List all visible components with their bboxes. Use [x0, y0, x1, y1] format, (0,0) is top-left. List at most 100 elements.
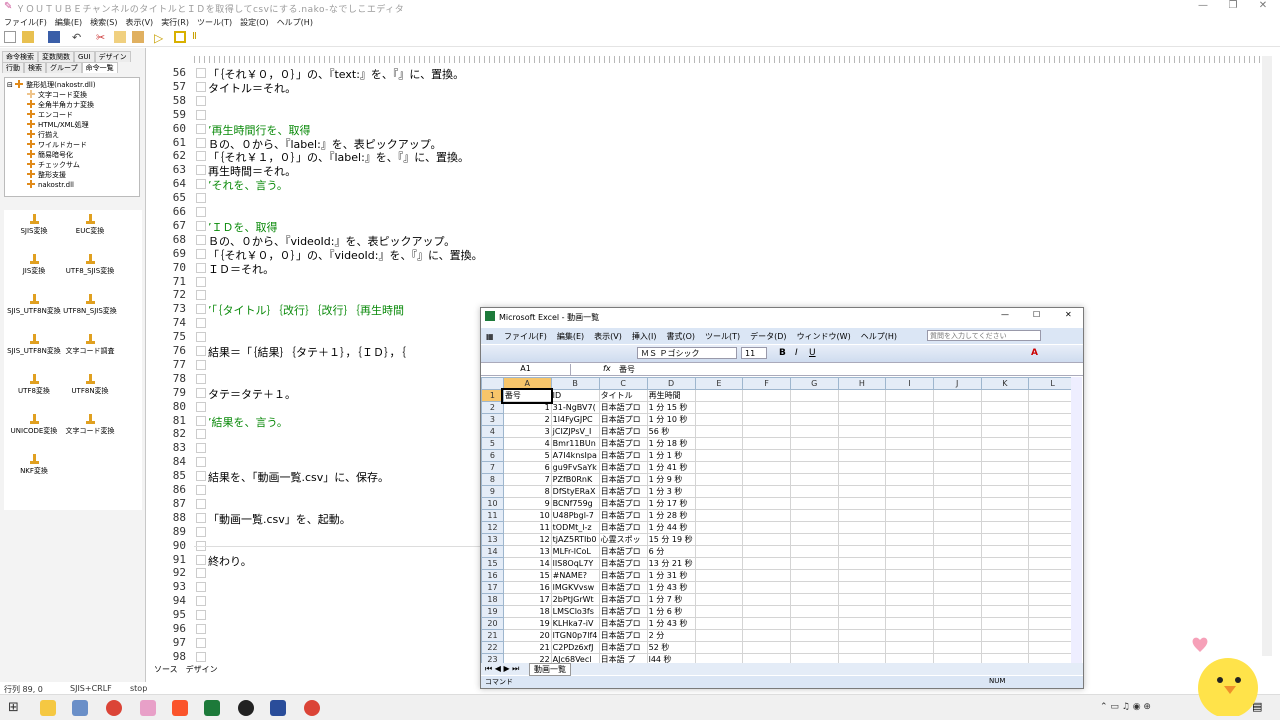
function-icon[interactable]: fx: [603, 364, 611, 373]
command-item[interactable]: 文字コード変換: [60, 414, 120, 436]
tree-item[interactable]: HTML/XML処理: [27, 119, 89, 129]
cell[interactable]: 日本語プロ: [598, 413, 648, 426]
cell[interactable]: [789, 533, 839, 546]
code-line[interactable]: 「動画一覧.csv」を、起動。: [208, 511, 351, 527]
cell[interactable]: [980, 641, 1030, 654]
cell[interactable]: [932, 641, 982, 654]
cell[interactable]: [742, 473, 791, 486]
cell[interactable]: [1028, 641, 1077, 654]
tree-item[interactable]: 整形支援: [27, 169, 66, 179]
command-item[interactable]: UTF8N_SJIS変換: [60, 294, 120, 316]
cell[interactable]: 1 分 31 秒: [646, 569, 696, 582]
column-header[interactable]: B: [550, 377, 600, 390]
cell[interactable]: [837, 509, 887, 522]
cell[interactable]: [837, 401, 887, 414]
cell[interactable]: 日本語プロ: [598, 605, 648, 618]
cell[interactable]: [1028, 629, 1077, 642]
sheet-nav-icons[interactable]: ⏮ ◀ ▶ ⏭: [485, 664, 519, 674]
column-header[interactable]: L: [1028, 377, 1077, 390]
cell[interactable]: 番号: [501, 387, 554, 404]
cell[interactable]: [885, 461, 934, 474]
new-file-icon[interactable]: [4, 31, 16, 43]
cell[interactable]: [789, 629, 839, 642]
cell[interactable]: 1 分 15 秒: [646, 401, 696, 414]
cell[interactable]: [932, 473, 982, 486]
cut-icon[interactable]: ✂: [96, 31, 108, 44]
code-line[interactable]: ＩＤ＝それ。: [208, 261, 274, 277]
cell[interactable]: [932, 389, 982, 402]
cell[interactable]: [694, 641, 744, 654]
cell[interactable]: 20: [502, 629, 552, 642]
tab-source[interactable]: ソース: [150, 664, 182, 675]
cell[interactable]: [742, 581, 791, 594]
cell[interactable]: [789, 593, 839, 606]
cell[interactable]: [742, 497, 791, 510]
cell[interactable]: [694, 449, 744, 462]
cell[interactable]: [980, 449, 1030, 462]
cell[interactable]: 13 分 21 秒: [646, 557, 696, 570]
cell[interactable]: [1028, 401, 1077, 414]
tab-gui[interactable]: GUI: [74, 51, 95, 62]
command-item[interactable]: SJIS_UTF8N変換: [4, 294, 64, 316]
cell[interactable]: [1028, 473, 1077, 486]
cell[interactable]: 日本語プロ: [598, 449, 648, 462]
cell[interactable]: [1028, 389, 1077, 402]
tree-item[interactable]: 文字コード変換: [27, 89, 87, 99]
code-line[interactable]: タテ＝タテ＋１。: [208, 386, 296, 402]
cell[interactable]: [694, 605, 744, 618]
cell[interactable]: [837, 497, 887, 510]
cell[interactable]: 16: [502, 581, 552, 594]
cell[interactable]: [1028, 413, 1077, 426]
cell[interactable]: [1028, 581, 1077, 594]
command-item[interactable]: JIS変換: [4, 254, 64, 276]
cell[interactable]: gu9FvSaYk: [550, 461, 600, 474]
cell[interactable]: [742, 557, 791, 570]
row-header[interactable]: 22: [481, 641, 504, 654]
cell[interactable]: 14: [502, 557, 552, 570]
excel-menu-item[interactable]: 書式(O): [661, 328, 700, 345]
cell[interactable]: LMSClo3fs: [550, 605, 600, 618]
row-header[interactable]: 5: [481, 437, 504, 450]
cell[interactable]: [837, 545, 887, 558]
menu-edit[interactable]: 編集(E): [51, 15, 86, 30]
cell[interactable]: [1028, 521, 1077, 534]
cell[interactable]: [837, 437, 887, 450]
column-header[interactable]: D: [646, 377, 696, 390]
tree-item[interactable]: チェックサム: [27, 159, 80, 169]
cell[interactable]: [837, 533, 887, 546]
cell[interactable]: 日本語プロ: [598, 581, 648, 594]
italic-icon[interactable]: I: [795, 348, 798, 358]
cell[interactable]: [885, 401, 934, 414]
code-line[interactable]: タイトル＝それ。: [208, 80, 296, 96]
cell[interactable]: 12: [502, 533, 552, 546]
cell[interactable]: 心霊スポッ: [598, 533, 648, 546]
brave-icon[interactable]: [172, 700, 188, 716]
restore-button[interactable]: ❐: [1218, 0, 1248, 14]
cell[interactable]: [694, 653, 744, 663]
cell[interactable]: 3: [502, 425, 552, 438]
cell[interactable]: [885, 425, 934, 438]
cell[interactable]: [980, 617, 1030, 630]
cell[interactable]: 日本語プロ: [598, 569, 648, 582]
tab-command-search[interactable]: 命令検索: [2, 51, 38, 62]
cell[interactable]: [694, 473, 744, 486]
cell[interactable]: [885, 593, 934, 606]
cell[interactable]: #NAME?: [550, 569, 600, 582]
cell[interactable]: [742, 545, 791, 558]
cell[interactable]: [932, 617, 982, 630]
command-item[interactable]: UTF8_SJIS変換: [60, 254, 120, 276]
column-header[interactable]: J: [932, 377, 982, 390]
cell[interactable]: 1 分 17 秒: [646, 497, 696, 510]
cell[interactable]: [980, 401, 1030, 414]
cell[interactable]: KLHka7-iV: [550, 617, 600, 630]
cell[interactable]: [789, 641, 839, 654]
cell[interactable]: 1 分 3 秒: [646, 485, 696, 498]
cell[interactable]: [980, 533, 1030, 546]
cell[interactable]: [932, 497, 982, 510]
cell[interactable]: [837, 521, 887, 534]
cell[interactable]: [1028, 545, 1077, 558]
cell[interactable]: [932, 485, 982, 498]
cell[interactable]: 1 分 10 秒: [646, 413, 696, 426]
cell[interactable]: [885, 473, 934, 486]
cell[interactable]: 8: [502, 485, 552, 498]
